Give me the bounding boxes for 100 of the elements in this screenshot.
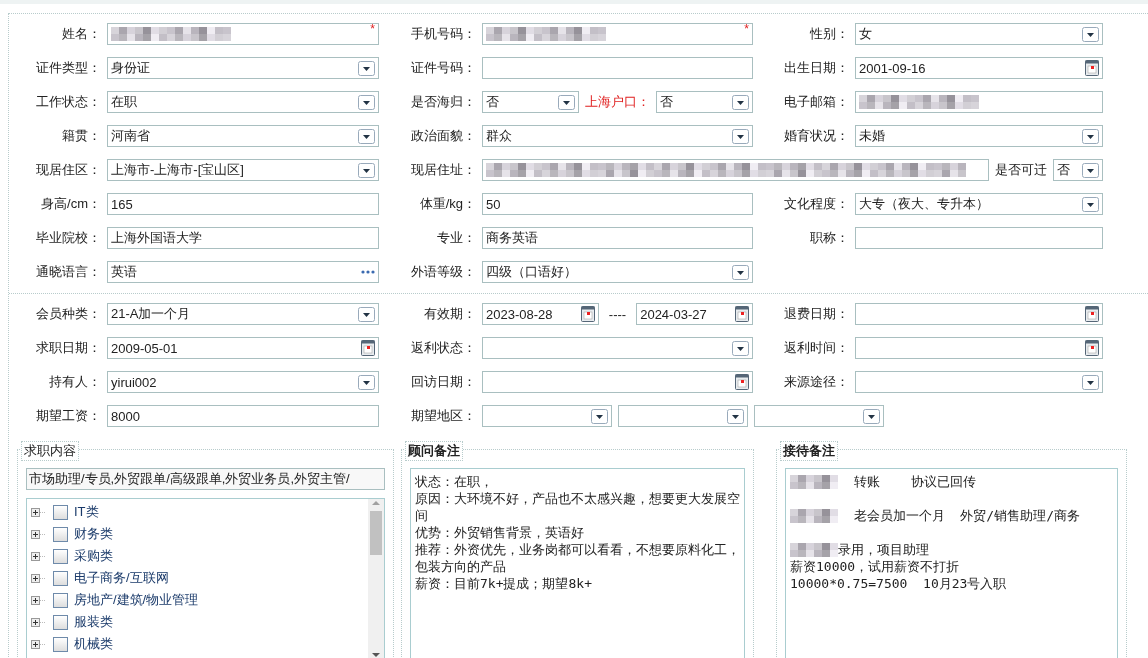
calendar-icon[interactable] bbox=[1085, 60, 1099, 76]
checkbox[interactable] bbox=[53, 570, 68, 586]
text-field[interactable]: * bbox=[482, 23, 753, 45]
notes-textarea[interactable]: 转账 协议已回传 老会员加一个月 外贸/销售助理/商务 录用，项目助理 薪资10000，试用薪资不打折 10000*0.75=7500 10月23号入职 bbox=[785, 468, 1118, 658]
date-field[interactable]: 2001-09-16 bbox=[855, 57, 1103, 79]
expand-icon[interactable] bbox=[31, 507, 47, 517]
field-label: 工作状态： bbox=[35, 93, 101, 111]
field-label: 求职日期： bbox=[35, 339, 101, 357]
tree-item[interactable]: 采购类 bbox=[74, 547, 113, 565]
field-label: 出生日期： bbox=[783, 59, 849, 77]
dropdown-field[interactable]: 否 bbox=[482, 91, 579, 113]
tree-item[interactable]: IT类 bbox=[74, 503, 99, 521]
dropdown-field[interactable]: 女 bbox=[855, 23, 1103, 45]
tree-item[interactable]: 电子商务/互联网 bbox=[74, 569, 169, 587]
calendar-icon[interactable] bbox=[1085, 306, 1099, 322]
calendar-icon[interactable] bbox=[1085, 340, 1099, 356]
text-field[interactable] bbox=[482, 57, 753, 79]
note-line: 转账 协议已回传 bbox=[852, 473, 976, 490]
dropdown-field[interactable]: 否 bbox=[656, 91, 753, 113]
dropdown-field[interactable]: 群众 bbox=[482, 125, 753, 147]
expand-icon[interactable] bbox=[31, 529, 47, 539]
field-label: 外语等级： bbox=[410, 263, 476, 281]
checkbox[interactable] bbox=[53, 526, 68, 542]
checkbox[interactable] bbox=[53, 548, 68, 564]
checkbox[interactable] bbox=[53, 636, 68, 652]
text-field[interactable]: 165 bbox=[107, 193, 379, 215]
job-field[interactable]: 市场助理/专员,外贸跟单/高级跟单,外贸业务员,外贸主管/ bbox=[26, 468, 385, 490]
text-field[interactable]: * bbox=[107, 23, 379, 45]
field-label: 退费日期： bbox=[783, 305, 849, 323]
dropdown-field[interactable] bbox=[482, 405, 612, 427]
dropdown-field[interactable] bbox=[855, 371, 1103, 393]
note-line: 状态：在职， bbox=[415, 473, 493, 490]
expand-icon[interactable] bbox=[31, 639, 47, 649]
field-label: 婚育状况： bbox=[783, 127, 849, 145]
tree-item[interactable]: 财务类 bbox=[74, 525, 113, 543]
dropdown-field[interactable]: 河南省 bbox=[107, 125, 379, 147]
expand-icon[interactable] bbox=[31, 551, 47, 561]
note-line: 原因：大环境不好，产品也不太感兴趣，想要更大发展空间 bbox=[415, 490, 740, 524]
tree-item[interactable]: 房地产/建筑/物业管理 bbox=[74, 591, 199, 609]
note-line: 薪资：目前7k+提成；期望8k+ bbox=[415, 575, 592, 592]
scroll-down-icon[interactable] bbox=[371, 651, 381, 658]
date-field[interactable]: 2024-03-27 bbox=[636, 303, 753, 325]
tree-item[interactable]: 服装类 bbox=[74, 613, 113, 631]
scroll-thumb[interactable] bbox=[370, 511, 382, 555]
text-field[interactable] bbox=[855, 91, 1103, 113]
dropdown-field[interactable]: 大专（夜大、专升本） bbox=[855, 193, 1103, 215]
checkbox[interactable] bbox=[53, 504, 68, 520]
note-line: 推荐：外资优先，业务岗都可以看看，不想要原料化工，包装方向的产品 bbox=[415, 541, 740, 575]
checkbox[interactable] bbox=[53, 614, 68, 630]
note-line: 优势：外贸销售背景，英语好 bbox=[415, 524, 584, 541]
dropdown-field[interactable]: 身份证 bbox=[107, 57, 379, 79]
text-field[interactable] bbox=[855, 227, 1103, 249]
field-label: 身高/cm： bbox=[40, 195, 101, 213]
scrollbar[interactable] bbox=[368, 499, 384, 658]
lookup-field[interactable]: 英语 bbox=[107, 261, 379, 283]
date-field[interactable]: 2023-08-28 bbox=[482, 303, 599, 325]
field-label: 性别： bbox=[809, 25, 849, 43]
field-label: 持有人： bbox=[48, 373, 101, 391]
panel-legend: 求职内容 bbox=[21, 441, 79, 461]
calendar-icon[interactable] bbox=[735, 374, 749, 390]
more-icon[interactable] bbox=[361, 270, 375, 274]
text-field[interactable]: 上海外国语大学 bbox=[107, 227, 379, 249]
notes-textarea[interactable]: 状态：在职， 原因：大环境不好，产品也不太感兴趣，想要更大发展空间 优势：外贸销售背景，英语好 推荐：外资优先，业务岗都可以看看，不想要原料化工，包装方向的产品 薪资：目前7k+提成；期望8k+ bbox=[410, 468, 745, 658]
dropdown-field[interactable]: 否 bbox=[1053, 159, 1103, 181]
checkbox[interactable] bbox=[53, 592, 68, 608]
dropdown-field[interactable] bbox=[482, 337, 753, 359]
text-field[interactable]: 50 bbox=[482, 193, 753, 215]
dropdown-field[interactable] bbox=[618, 405, 748, 427]
text-field[interactable]: 8000 bbox=[107, 405, 379, 427]
expand-icon[interactable] bbox=[31, 573, 47, 583]
dropdown-field[interactable]: 未婚 bbox=[855, 125, 1103, 147]
field-label: 体重/kg： bbox=[418, 195, 476, 213]
field-label: 返利时间： bbox=[783, 339, 849, 357]
required-mark: * bbox=[744, 22, 749, 36]
calendar-icon[interactable] bbox=[580, 306, 595, 322]
expand-icon[interactable] bbox=[31, 595, 47, 605]
dropdown-field[interactable]: 在职 bbox=[107, 91, 379, 113]
tree-item[interactable]: 机械类 bbox=[74, 635, 113, 653]
field-label: 文化程度： bbox=[783, 195, 849, 213]
range-separator: ---- bbox=[607, 306, 628, 322]
field-label: 是否可迁 bbox=[995, 161, 1047, 179]
field-label: 会员种类： bbox=[35, 305, 101, 323]
calendar-icon[interactable] bbox=[735, 306, 749, 322]
field-label: 期望工资： bbox=[35, 407, 101, 425]
field-label: 专业： bbox=[436, 229, 476, 247]
dropdown-field[interactable] bbox=[754, 405, 884, 427]
expand-icon[interactable] bbox=[31, 617, 47, 627]
dropdown-field[interactable]: yirui002 bbox=[107, 371, 379, 393]
date-field[interactable] bbox=[855, 303, 1103, 325]
dropdown-field[interactable]: 四级（口语好） bbox=[482, 261, 753, 283]
redaction-blur bbox=[790, 508, 838, 523]
redaction-blur bbox=[790, 542, 838, 557]
date-field[interactable]: 2009-05-01 bbox=[107, 337, 379, 359]
calendar-icon[interactable] bbox=[361, 340, 375, 356]
text-field[interactable] bbox=[482, 159, 989, 181]
dropdown-field[interactable]: 21-A加一个月 bbox=[107, 303, 379, 325]
text-field[interactable]: 商务英语 bbox=[482, 227, 753, 249]
dropdown-field[interactable]: 上海市-上海市-[宝山区] bbox=[107, 159, 379, 181]
date-field[interactable] bbox=[482, 371, 753, 393]
date-field[interactable] bbox=[855, 337, 1103, 359]
